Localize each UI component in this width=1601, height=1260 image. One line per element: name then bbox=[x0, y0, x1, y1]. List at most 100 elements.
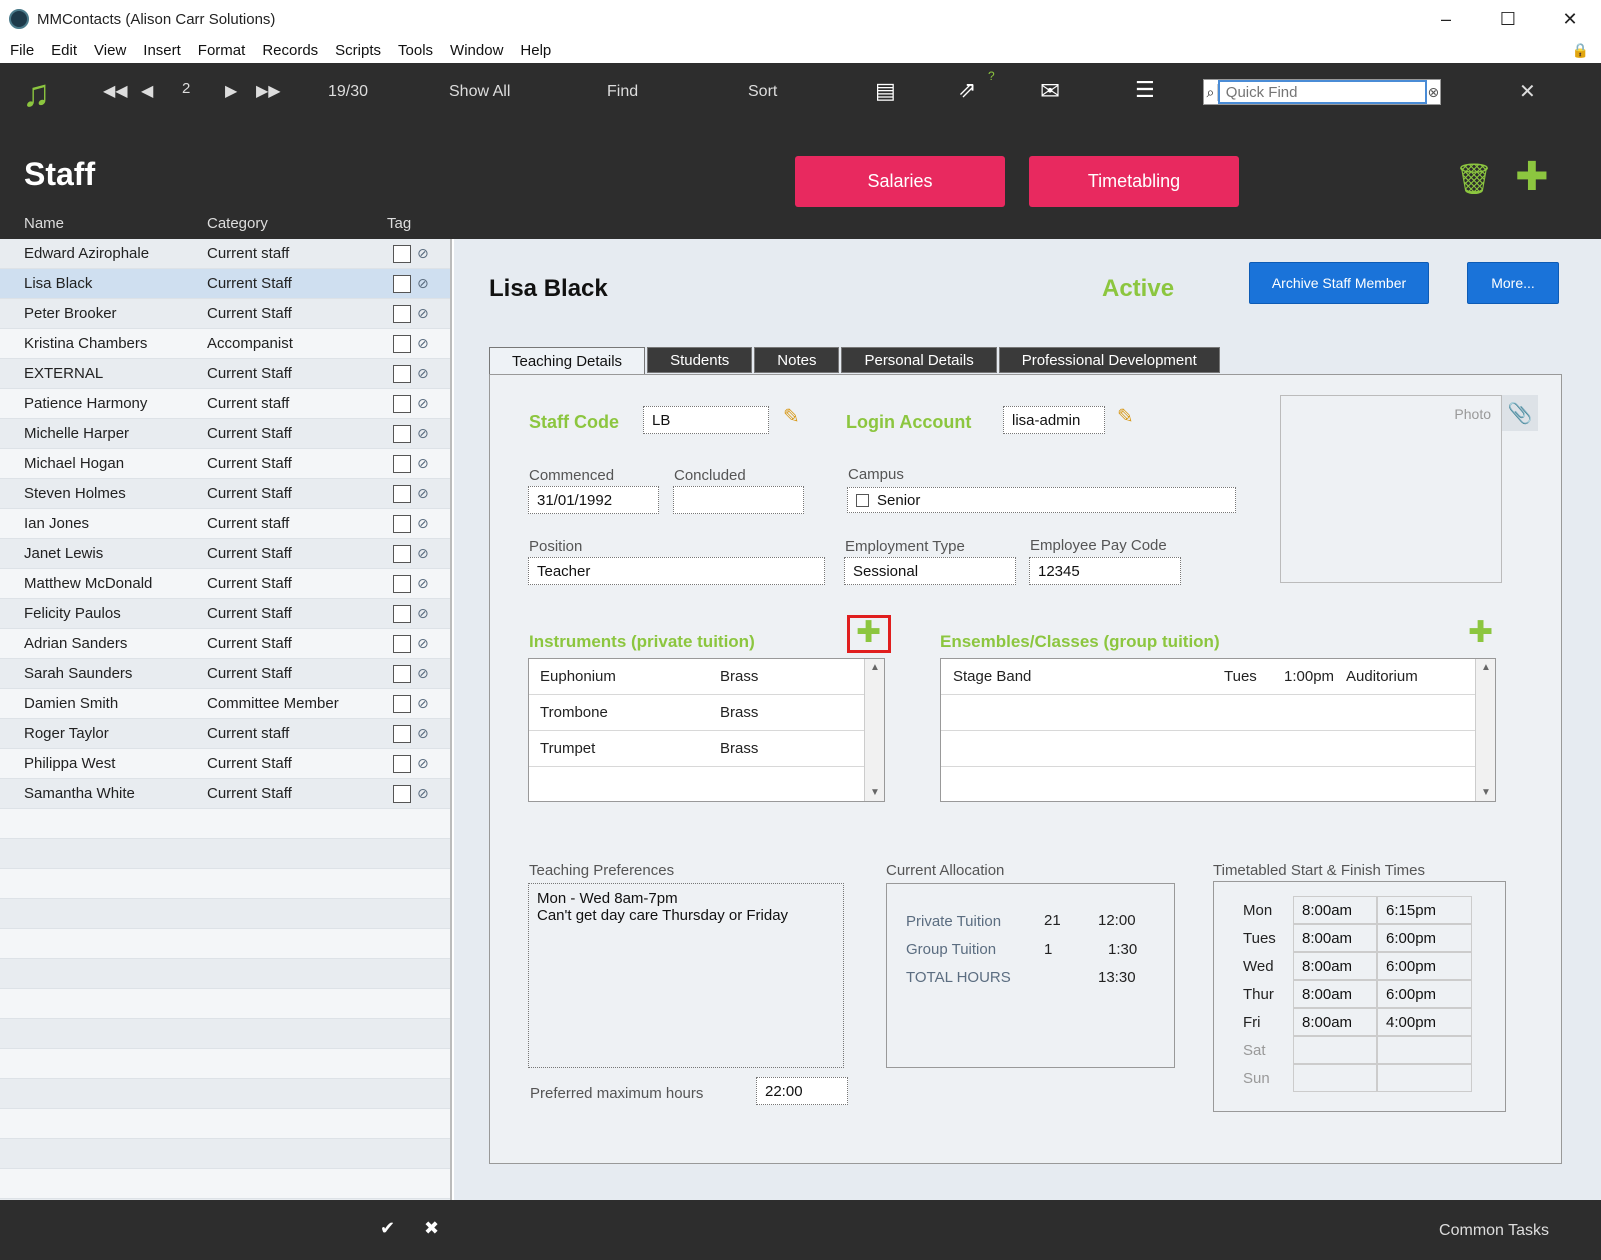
hide-eye-icon[interactable]: ⊘ bbox=[417, 425, 429, 442]
finish-time-field[interactable]: 6:00pm bbox=[1377, 952, 1472, 980]
staff-list-row[interactable]: Sarah Saunders Current Staff ⊘ bbox=[0, 659, 450, 689]
hide-eye-icon[interactable]: ⊘ bbox=[417, 395, 429, 412]
staff-list-row[interactable]: Adrian Sanders Current Staff ⊘ bbox=[0, 629, 450, 659]
staff-list-row[interactable]: Philippa West Current Staff ⊘ bbox=[0, 749, 450, 779]
next-record-icon[interactable]: ▶ bbox=[225, 81, 237, 101]
tab-personal-details[interactable]: Personal Details bbox=[841, 347, 997, 373]
quick-find-input[interactable] bbox=[1217, 80, 1427, 104]
hide-eye-icon[interactable]: ⊘ bbox=[417, 245, 429, 262]
tag-checkbox[interactable] bbox=[393, 754, 411, 773]
photo-container[interactable]: Photo bbox=[1280, 395, 1502, 583]
previous-record-icon[interactable]: ◀ bbox=[141, 81, 153, 101]
start-time-field[interactable]: 8:00am bbox=[1293, 952, 1377, 980]
staff-list-row[interactable]: Kristina Chambers Accompanist ⊘ bbox=[0, 329, 450, 359]
hide-eye-icon[interactable]: ⊘ bbox=[417, 485, 429, 502]
trash-icon[interactable]: 🗑 bbox=[1455, 162, 1493, 197]
staff-list-row[interactable]: Edward Azirophale Current staff ⊘ bbox=[0, 239, 450, 269]
last-record-icon[interactable]: ▶▶ bbox=[256, 81, 281, 101]
add-instrument-icon[interactable]: ✚ bbox=[856, 615, 881, 650]
menu-format[interactable]: Format bbox=[198, 42, 246, 59]
share-icon[interactable]: ⇗ bbox=[958, 77, 976, 103]
tab-teaching-details[interactable]: Teaching Details bbox=[489, 347, 646, 375]
column-header-category[interactable]: Category bbox=[207, 215, 268, 232]
edit-staff-code-pencil-icon[interactable]: ✎ bbox=[783, 404, 800, 429]
hide-eye-icon[interactable]: ⊘ bbox=[417, 365, 429, 382]
hide-eye-icon[interactable]: ⊘ bbox=[417, 785, 429, 802]
menu-window[interactable]: Window bbox=[450, 42, 503, 59]
concluded-field[interactable] bbox=[673, 486, 804, 514]
hide-eye-icon[interactable]: ⊘ bbox=[417, 575, 429, 592]
find-button[interactable]: Find bbox=[607, 83, 638, 101]
tab-professional-development[interactable]: Professional Development bbox=[998, 347, 1220, 373]
position-field[interactable]: Teacher bbox=[528, 557, 825, 585]
tag-checkbox[interactable] bbox=[393, 274, 411, 293]
tag-checkbox[interactable] bbox=[393, 574, 411, 593]
tag-checkbox[interactable] bbox=[393, 784, 411, 803]
tag-checkbox[interactable] bbox=[393, 424, 411, 443]
common-tasks-button[interactable]: Common Tasks bbox=[1439, 1222, 1549, 1240]
staff-list-row[interactable]: Steven Holmes Current Staff ⊘ bbox=[0, 479, 450, 509]
menu-help[interactable]: Help bbox=[520, 42, 551, 59]
scroll-up-icon[interactable]: ▲ bbox=[865, 662, 885, 673]
hide-eye-icon[interactable]: ⊘ bbox=[417, 665, 429, 682]
column-header-tag[interactable]: Tag bbox=[387, 215, 411, 232]
hide-eye-icon[interactable]: ⊘ bbox=[417, 455, 429, 472]
search-icon[interactable]: ⌕ bbox=[1204, 83, 1218, 101]
list-item[interactable]: Trombone Brass bbox=[529, 695, 884, 731]
staff-list-row[interactable]: Ian Jones Current staff ⊘ bbox=[0, 509, 450, 539]
menu-records[interactable]: Records bbox=[262, 42, 318, 59]
tag-checkbox[interactable] bbox=[393, 514, 411, 533]
staff-list-row[interactable]: Matthew McDonald Current Staff ⊘ bbox=[0, 569, 450, 599]
tag-checkbox[interactable] bbox=[393, 544, 411, 563]
record-number[interactable]: 2 bbox=[182, 80, 190, 97]
staff-list-row[interactable]: Peter Brooker Current Staff ⊘ bbox=[0, 299, 450, 329]
tag-checkbox[interactable] bbox=[393, 244, 411, 263]
tag-checkbox[interactable] bbox=[393, 484, 411, 503]
ensembles-scrollbar[interactable]: ▲ ▼ bbox=[1475, 659, 1495, 801]
hide-eye-icon[interactable]: ⊘ bbox=[417, 305, 429, 322]
salaries-button[interactable]: Salaries bbox=[795, 156, 1005, 207]
staff-list-row[interactable]: Roger Taylor Current staff ⊘ bbox=[0, 719, 450, 749]
commenced-field[interactable]: 31/01/1992 bbox=[528, 486, 659, 514]
instruments-scrollbar[interactable]: ▲ ▼ bbox=[864, 659, 884, 801]
more-button[interactable]: More... bbox=[1467, 262, 1559, 304]
menu-edit[interactable]: Edit bbox=[51, 42, 77, 59]
list-view-icon[interactable]: ☰ bbox=[1135, 77, 1155, 103]
tab-students[interactable]: Students bbox=[647, 347, 753, 373]
first-record-icon[interactable]: ◀◀ bbox=[103, 81, 128, 101]
tag-checkbox[interactable] bbox=[393, 334, 411, 353]
cancel-icon[interactable]: ✖ bbox=[424, 1218, 439, 1239]
staff-code-field[interactable]: LB bbox=[643, 406, 769, 434]
menu-view[interactable]: View bbox=[94, 42, 126, 59]
finish-time-field[interactable]: 6:00pm bbox=[1377, 924, 1472, 952]
tag-checkbox[interactable] bbox=[393, 604, 411, 623]
staff-list-row[interactable]: Michelle Harper Current Staff ⊘ bbox=[0, 419, 450, 449]
tag-checkbox[interactable] bbox=[393, 694, 411, 713]
tag-checkbox[interactable] bbox=[393, 634, 411, 653]
sort-button[interactable]: Sort bbox=[748, 83, 777, 101]
staff-list-row[interactable]: Felicity Paulos Current Staff ⊘ bbox=[0, 599, 450, 629]
add-record-icon[interactable]: ✚ bbox=[1515, 154, 1549, 200]
hide-eye-icon[interactable]: ⊘ bbox=[417, 335, 429, 352]
contact-card-icon[interactable]: ▤ bbox=[875, 78, 896, 104]
finish-time-field[interactable]: 4:00pm bbox=[1377, 1008, 1472, 1036]
staff-list-row[interactable]: Samantha White Current Staff ⊘ bbox=[0, 779, 450, 809]
start-time-field[interactable]: 8:00am bbox=[1293, 1008, 1377, 1036]
menu-file[interactable]: File bbox=[10, 42, 34, 59]
list-item[interactable]: Trumpet Brass bbox=[529, 731, 884, 767]
list-item[interactable]: Euphonium Brass bbox=[529, 659, 884, 695]
clear-search-icon[interactable]: ⊗ bbox=[1427, 84, 1440, 101]
tag-checkbox[interactable] bbox=[393, 394, 411, 413]
employment-type-field[interactable]: Sessional bbox=[844, 557, 1016, 585]
campus-checkbox[interactable] bbox=[856, 493, 869, 507]
hide-eye-icon[interactable]: ⊘ bbox=[417, 275, 429, 292]
staff-list-row[interactable]: Lisa Black Current Staff ⊘ bbox=[0, 269, 450, 299]
login-account-field[interactable]: lisa-admin bbox=[1003, 406, 1105, 434]
tag-checkbox[interactable] bbox=[393, 364, 411, 383]
tag-checkbox[interactable] bbox=[393, 454, 411, 473]
maximize-button[interactable]: ☐ bbox=[1477, 0, 1539, 38]
scroll-up-icon[interactable]: ▲ bbox=[1476, 662, 1496, 673]
timetabling-button[interactable]: Timetabling bbox=[1029, 156, 1239, 207]
start-time-field[interactable]: 8:00am bbox=[1293, 896, 1377, 924]
menu-tools[interactable]: Tools bbox=[398, 42, 433, 59]
